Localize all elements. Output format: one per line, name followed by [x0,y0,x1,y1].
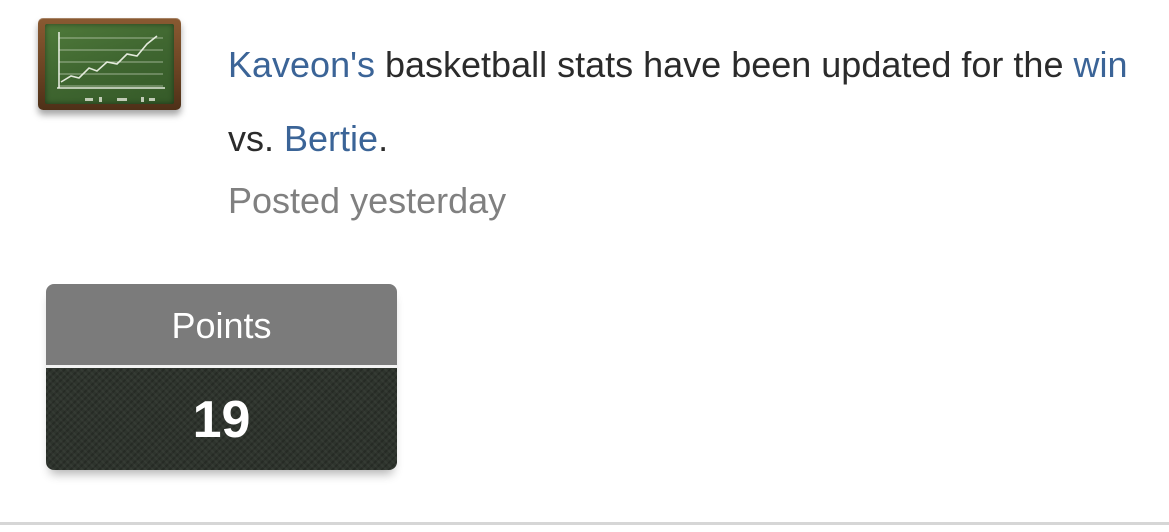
feed-item: Kaveon's basketball stats have been upda… [0,0,1169,532]
opponent-link[interactable]: Bertie [284,118,378,159]
feed-divider [0,522,1169,525]
player-name-link[interactable]: Kaveon's [228,44,375,85]
stat-label: Points [46,284,397,368]
feed-message: Kaveon's basketball stats have been upda… [228,28,1158,176]
message-text: basketball stats have been updated for t… [374,44,1074,85]
posted-timestamp: Posted yesterday [228,180,507,221]
stat-value: 19 [46,368,397,470]
game-result-link[interactable]: win [1073,44,1127,85]
message-end-punctuation: . [378,118,389,159]
points-stat-card: Points 19 [46,284,397,470]
chalkboard-chart-icon [38,18,181,110]
versus-text: vs. [228,118,285,159]
